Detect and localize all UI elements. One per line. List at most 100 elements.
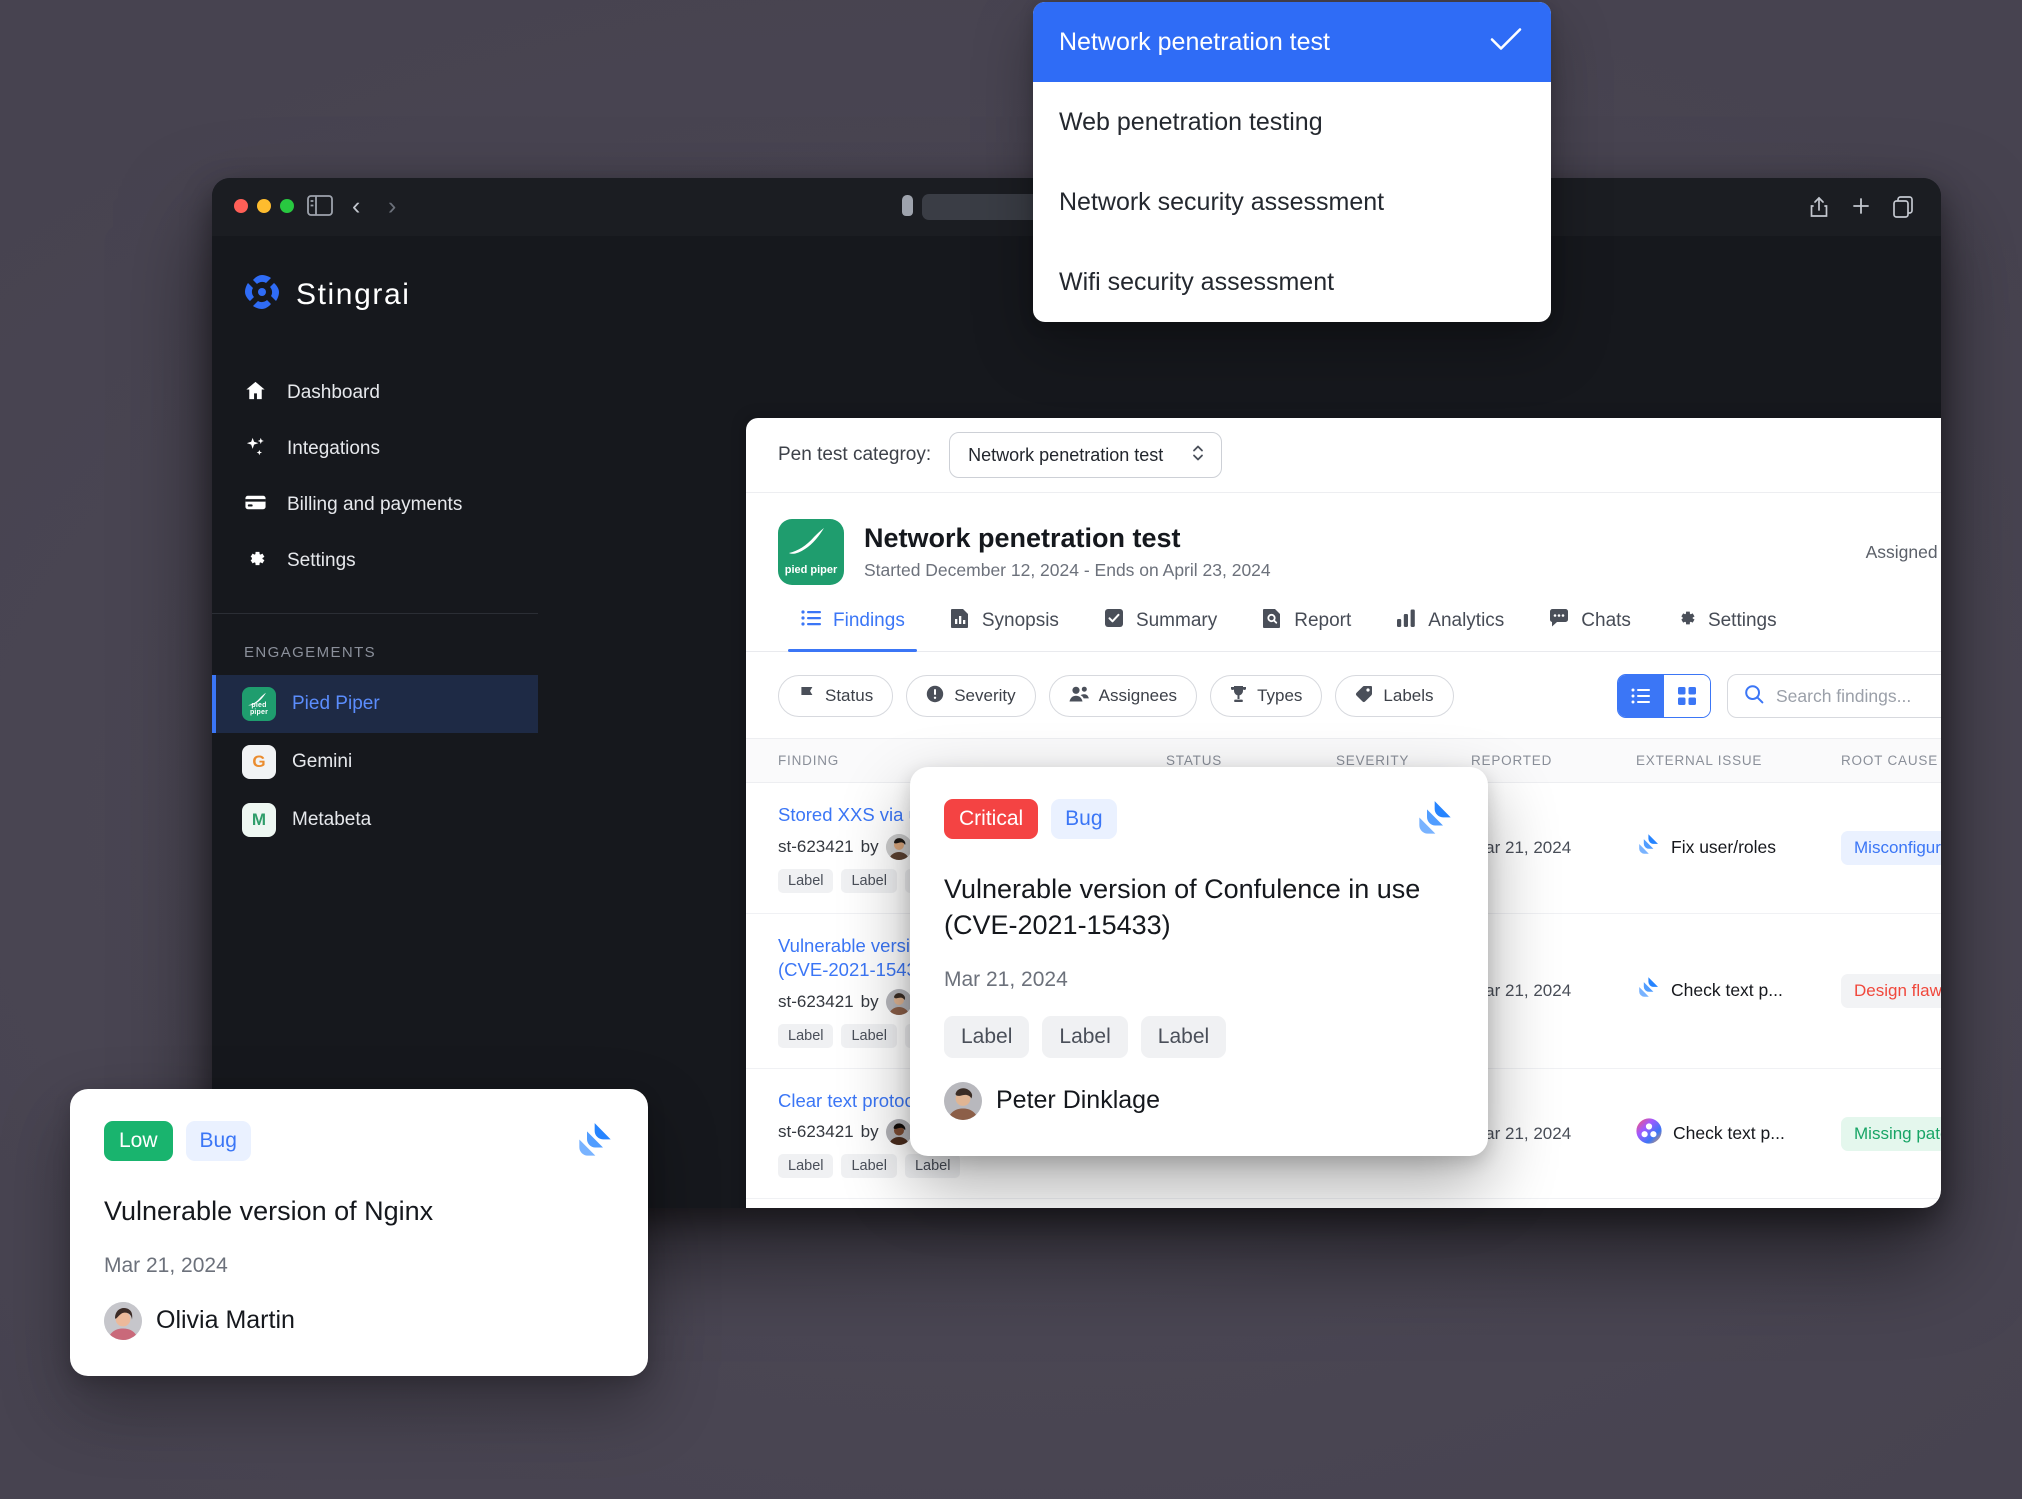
label-chip: Label (841, 1154, 897, 1179)
finding-by-label: by (860, 1122, 879, 1142)
label-chip: Label (944, 1015, 1030, 1058)
tab-report[interactable]: Report (1239, 607, 1373, 651)
search-findings[interactable] (1727, 674, 1941, 718)
label-chip: Label (778, 868, 834, 893)
section-tabs: Findings Synopsis Summary Report Analyti… (746, 607, 1941, 652)
label-chip: Label (1042, 1015, 1128, 1058)
browser-back-icon[interactable]: ‹ (352, 192, 360, 221)
pen-test-category-select[interactable]: Network penetration test (949, 432, 1223, 478)
external-issue[interactable]: Fix user/roles (1636, 833, 1841, 863)
filter-status-button[interactable]: Status (778, 675, 894, 717)
sidebar-item-label: Dashboard (287, 382, 380, 403)
external-issue-cell[interactable]: Fix user/roles (1636, 782, 1841, 914)
pied-piper-logo-text: pied piper (249, 702, 269, 716)
sidebar-item-billing-and-payments[interactable]: Billing and payments (212, 477, 538, 533)
filter-assignees-button[interactable]: Assignees (1048, 675, 1198, 717)
avatar (944, 1081, 982, 1120)
sidebar-item-dashboard[interactable]: Dashboard (212, 365, 538, 421)
finding-preview-card-confluence[interactable]: Critical Bug Vulnerable version of Confu… (910, 767, 1488, 1156)
browser-forward-icon[interactable]: › (388, 192, 396, 221)
dropdown-option-label: Network security assessment (1059, 187, 1385, 216)
external-issue[interactable]: Check text p... (1636, 1118, 1841, 1149)
tab-analytics[interactable]: Analytics (1373, 607, 1526, 651)
sidebar-item-metabeta[interactable]: M Metabeta (212, 791, 538, 849)
search-input[interactable] (1776, 685, 1941, 707)
tab-settings[interactable]: Settings (1653, 607, 1799, 651)
grid-view-button[interactable] (1664, 675, 1710, 717)
label-chip: Label (778, 1023, 834, 1048)
site-info-icon[interactable] (902, 195, 913, 216)
jira-icon (1636, 833, 1660, 863)
dropdown-option-label: Wifi security assessment (1059, 267, 1335, 296)
app-topbar: Pen test categroy: Network penetration t… (746, 418, 1941, 493)
pen-test-category-label: Pen test categroy: (778, 444, 932, 465)
view-toggle[interactable] (1617, 674, 1711, 718)
filter-labels-button[interactable]: Labels (1335, 675, 1454, 717)
share-icon[interactable] (1809, 196, 1829, 223)
external-issue-label: Check text p... (1671, 980, 1783, 1001)
card-author: Peter Dinklage (944, 1081, 1454, 1120)
card-author-name: Olivia Martin (156, 1306, 295, 1335)
assigned-pentesters-label: Assigned pentesters: (1865, 541, 1941, 562)
dropdown-option-label: Network penetration test (1059, 27, 1330, 56)
dropdown-option-web-penetration-testing[interactable]: Web penetration testing (1033, 82, 1551, 162)
filter-severity-button[interactable]: Severity (906, 675, 1036, 717)
tab-summary[interactable]: Summary (1081, 607, 1239, 651)
window-traffic-lights[interactable] (234, 199, 294, 213)
sidebar-item-settings[interactable]: Settings (212, 533, 538, 589)
severity-cell: Low (1336, 1198, 1471, 1208)
minimize-window-button[interactable] (257, 199, 271, 213)
tab-overview-icon[interactable] (1893, 196, 1913, 223)
jira-icon (574, 1121, 614, 1168)
new-tab-icon[interactable] (1851, 196, 1871, 223)
external-issue[interactable]: Check text p... (1636, 976, 1841, 1006)
dropdown-option-network-penetration-test[interactable]: Network penetration test (1033, 2, 1551, 82)
check-icon (1489, 26, 1523, 59)
list-view-button[interactable] (1618, 675, 1664, 717)
column-header-root-cause[interactable]: ROOT CAUSE (1841, 738, 1941, 783)
column-header-external-issue[interactable]: EXTERNAL ISSUE (1636, 738, 1841, 783)
tab-chats[interactable]: Chats (1526, 607, 1653, 651)
table-row[interactable]: Vulnerable version of Nginx st-623421 by… (746, 1198, 1941, 1208)
root-cause-badge: Design flaws (1841, 973, 1941, 1008)
external-issue-label: Check text p... (1673, 1123, 1785, 1144)
dropdown-option-wifi-security-assessment[interactable]: Wifi security assessment (1033, 242, 1551, 322)
finding-by-label: by (860, 991, 879, 1011)
close-window-button[interactable] (234, 199, 248, 213)
card-header: Low Bug (104, 1121, 614, 1168)
engagement-logo-icon: pied piper (778, 519, 844, 585)
zoom-window-button[interactable] (280, 199, 294, 213)
browser-toolbar-actions (1809, 196, 1913, 223)
engagement-title-block: Network penetration test Started Decembe… (864, 523, 1271, 581)
tab-synopsis[interactable]: Synopsis (927, 607, 1081, 651)
card-author: Olivia Martin (104, 1301, 614, 1340)
sidebar-item-integations[interactable]: Integations (212, 421, 538, 477)
column-header-reported[interactable]: REPORTED (1471, 738, 1636, 783)
finding-id: st-623421 (778, 1122, 854, 1142)
filter-types-button[interactable]: Types (1210, 675, 1323, 717)
dropdown-option-label: Web penetration testing (1059, 107, 1323, 136)
finding-id: st-623421 (778, 836, 854, 856)
sidebar-item-gemini[interactable]: G Gemini (212, 733, 538, 791)
finding-labels: Label Label Label (778, 1154, 1166, 1179)
external-issue-cell[interactable] (1636, 1198, 1841, 1208)
pen-test-category-dropdown[interactable]: Network penetration test Web penetration… (1033, 2, 1551, 322)
finding-preview-card-nginx[interactable]: Low Bug Vulnerable version of Nginx Mar … (70, 1089, 648, 1376)
tab-label: Settings (1707, 610, 1777, 631)
external-issue-cell[interactable]: Check text p... (1636, 1068, 1841, 1200)
bar-chart-icon (1395, 607, 1417, 635)
external-issue-cell[interactable]: Check text p... (1636, 913, 1841, 1069)
engagement-header: pied piper Network penetration test Star… (746, 493, 1941, 585)
dropdown-option-network-security-assessment[interactable]: Network security assessment (1033, 162, 1551, 242)
reported-cell: Mar 21, 2024 (1471, 1068, 1636, 1200)
sidebar-toggle-icon[interactable] (307, 195, 333, 221)
sidebar-item-pied-piper[interactable]: pied piper Pied Piper (212, 675, 538, 733)
root-cause-cell (1841, 1198, 1941, 1208)
page-title: Network penetration test (864, 523, 1181, 553)
filter-label: Assignees (1098, 686, 1178, 705)
filter-bar: Status Severity Assignees Types Labels S… (746, 652, 1941, 738)
card-title: Vulnerable version of Confulence in use … (944, 874, 1421, 940)
list-icon (800, 607, 822, 635)
severity-badge: Low (104, 1121, 173, 1161)
tab-findings[interactable]: Findings (778, 607, 927, 652)
